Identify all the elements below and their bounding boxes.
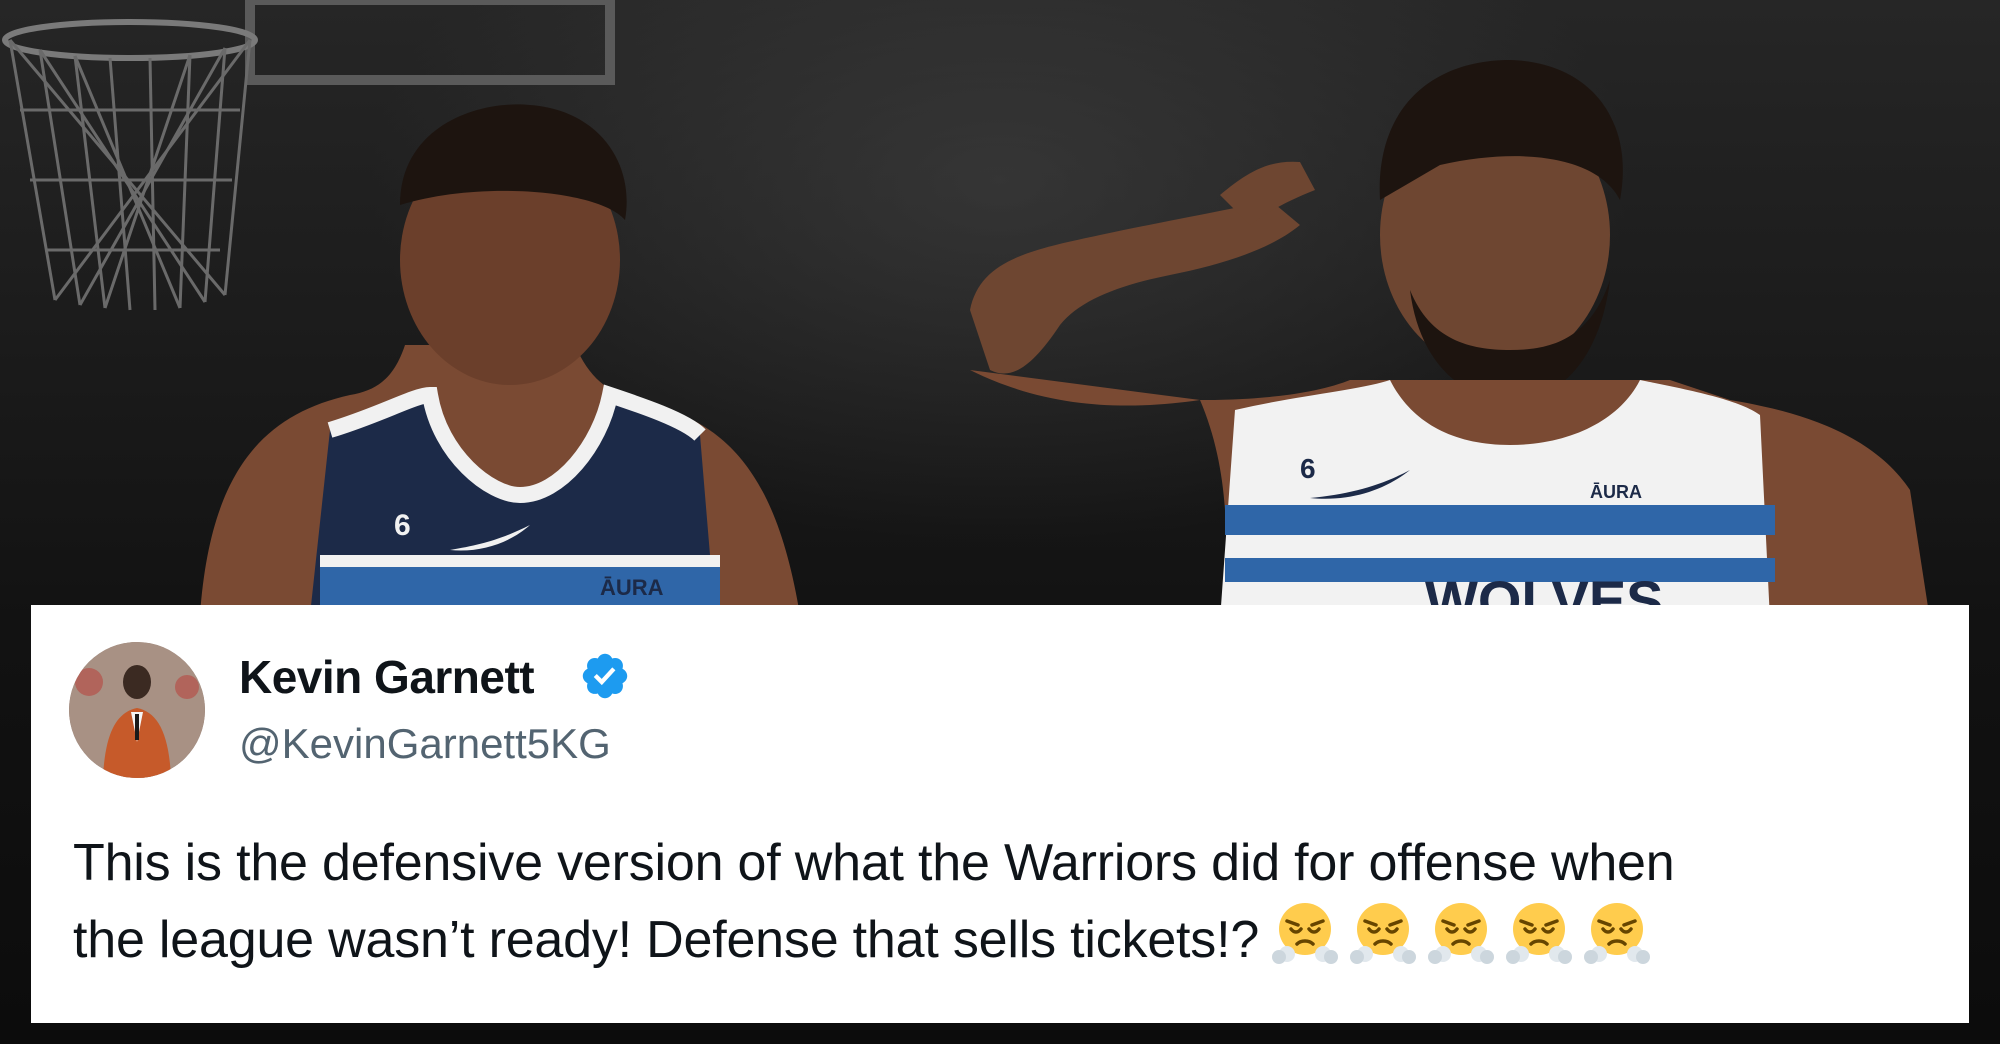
tweet-text-line-2: the league wasn’t ready! Defense that se… [73, 911, 1260, 969]
face-with-steam-icon [1427, 899, 1495, 967]
player-left-illustration: 6 ĀURA [200, 104, 800, 615]
face-with-steam-icon [1349, 899, 1417, 967]
display-name[interactable]: Kevin Garnett [239, 650, 535, 704]
avatar[interactable] [69, 642, 205, 778]
tweet-text: This is the defensive version of what th… [73, 827, 1963, 986]
tweet-text-line-1: This is the defensive version of what th… [73, 834, 1675, 892]
face-with-steam-icon [1271, 899, 1339, 967]
emoji-row [1271, 899, 1661, 986]
face-with-steam-icon [1505, 899, 1573, 967]
right-jersey-sponsor: ĀURA [1590, 482, 1642, 502]
left-jersey-number: 6 [394, 509, 411, 542]
verified-badge-icon [582, 653, 628, 699]
tweet-card[interactable]: Kevin Garnett @KevinGarnett5KG This is t… [31, 605, 1969, 1023]
handle[interactable]: @KevinGarnett5KG [239, 720, 611, 768]
avatar-portrait-icon [69, 642, 205, 778]
left-jersey-sponsor: ĀURA [600, 575, 664, 600]
face-with-steam-icon [1583, 899, 1651, 967]
player-right-illustration: 6 ĀURA WOLVES [970, 60, 1930, 620]
tweet-text-line-2-wrapper: the league wasn’t ready! Defense that se… [73, 899, 1963, 986]
right-jersey-number: 6 [1300, 453, 1316, 484]
